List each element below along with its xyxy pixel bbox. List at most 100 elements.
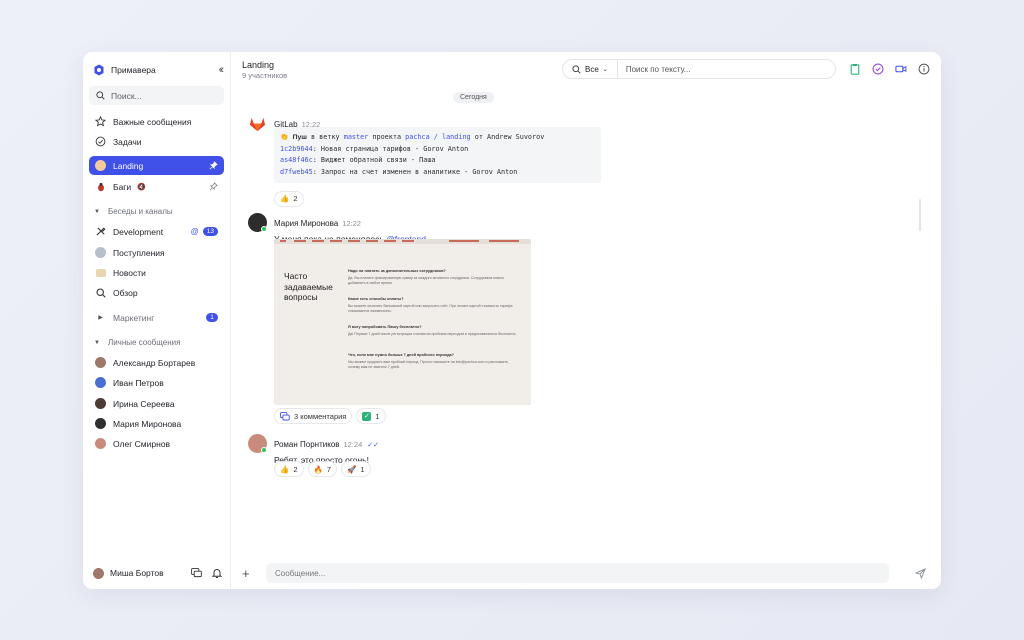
thread-comments-button[interactable]: 3 комментария xyxy=(274,408,353,424)
sidebar-item-label: Landing xyxy=(113,160,144,171)
search-input[interactable] xyxy=(617,64,818,74)
screenshot-title: Часто задаваемые вопросы xyxy=(284,271,333,302)
avatar xyxy=(95,377,106,388)
push-text: в ветку xyxy=(306,133,344,141)
commit-hash-link[interactable]: 1c2b9644 xyxy=(280,145,313,153)
tasks-icon[interactable] xyxy=(872,63,884,75)
faq-question: Я могу попробовать Пачку бесплатно? xyxy=(348,325,422,329)
attach-plus-icon[interactable]: + xyxy=(242,566,256,581)
clipboard-icon[interactable] xyxy=(849,63,861,75)
faq-question: Что, если мне нужно больше 7 дней пробно… xyxy=(348,353,454,357)
commit-line: as48f46c: Виджет обратной связи - Паша xyxy=(280,155,595,167)
check-mark-icon: ✓ xyxy=(362,411,372,421)
info-icon[interactable] xyxy=(918,63,930,75)
scrollbar[interactable] xyxy=(919,199,921,231)
send-icon[interactable] xyxy=(915,567,926,579)
sidebar-item-incoming[interactable]: Поступления xyxy=(89,243,224,262)
gitlab-icon xyxy=(249,117,266,132)
message-roman: Роман Порнтиков 12:24 ✓✓ Ребят, это просто… xyxy=(248,434,648,484)
faq-question: Надо ли платить за дополнительных сотруд… xyxy=(348,269,446,273)
sidebar-item-label: Ирина Сереева xyxy=(113,398,175,409)
video-call-icon[interactable] xyxy=(895,63,907,75)
sidebar-item-person[interactable]: Иван Петров xyxy=(89,373,224,392)
faq-item: Какие есть способы оплаты? Вы можете опла… xyxy=(348,297,518,313)
reaction-fire[interactable]: 🔥 7 xyxy=(307,461,338,477)
sidebar-item-landing[interactable]: Landing xyxy=(89,156,224,175)
caret-down-icon: ▼ xyxy=(94,339,100,346)
sidebar-item-person[interactable]: Олег Смирнов xyxy=(89,434,224,453)
date-separator: Сегодня xyxy=(453,92,494,103)
reaction-rocket[interactable]: 🚀 1 xyxy=(341,461,371,477)
push-line: 👏 Пуш в ветку master проекта pachca / la… xyxy=(280,132,595,144)
attached-screenshot[interactable]: Часто задаваемые вопросы Надо ли платить… xyxy=(274,239,531,405)
sidebar-item-news[interactable]: Новости xyxy=(89,263,224,282)
pin-icon[interactable] xyxy=(209,182,218,191)
push-text: от Andrew Suvorov xyxy=(470,133,545,141)
sidebar-item-label: Маркетинг xyxy=(113,312,155,323)
collapse-sidebar-icon[interactable]: ‹‹ xyxy=(219,64,225,76)
reaction-thumbs-up[interactable]: 👍 2 xyxy=(274,461,304,477)
workspace-name: Примавера xyxy=(111,65,156,75)
section-label: Личные сообщения xyxy=(107,338,181,347)
member-count[interactable]: 9 участников xyxy=(242,71,287,80)
bell-icon[interactable] xyxy=(212,568,222,578)
sidebar-item-person[interactable]: Александр Бортарев xyxy=(89,353,224,372)
search-scope-value: Все xyxy=(585,64,599,74)
reactions: 3 комментария ✓ 1 xyxy=(274,408,390,424)
sidebar-search[interactable]: Поиск... xyxy=(89,86,224,105)
sidebar-item-label: Важные сообщения xyxy=(113,116,192,127)
unread-badge: 13 xyxy=(202,227,218,236)
reaction-check[interactable]: ✓ 1 xyxy=(356,408,386,424)
commit-text: : Запрос на счет изменен в аналитике - G… xyxy=(312,167,518,176)
commit-hash-link[interactable]: d7fweb45 xyxy=(280,168,313,176)
sidebar-item-overview[interactable]: Обзор xyxy=(89,283,224,302)
reaction-count: 2 xyxy=(293,194,298,203)
reaction-count: 7 xyxy=(326,464,332,474)
channel-title: Landing xyxy=(242,60,275,70)
sidebar-item-label: Development xyxy=(113,226,164,237)
sidebar-item-tasks[interactable]: Задачи xyxy=(89,132,224,151)
faq-item: Я могу попробовать Пачку бесплатно? Да! П… xyxy=(348,325,518,337)
reaction-count: 1 xyxy=(375,411,380,421)
commit-line: 1c2b9644: Новая страница тарифов - Gorov… xyxy=(280,144,595,156)
current-user-name: Миша Бортов xyxy=(110,568,164,578)
message-input[interactable] xyxy=(266,563,889,583)
pin-icon[interactable] xyxy=(209,161,218,170)
sidebar-item-label: Новости xyxy=(113,267,146,278)
faq-answer: Да. Вы платите фиксированную сумму за ка… xyxy=(348,275,505,285)
avatar xyxy=(95,398,106,409)
workspace-logo-icon xyxy=(94,64,104,76)
message-author[interactable]: Мария Миронова xyxy=(274,219,338,228)
commit-line: d7fweb45: Запрос на счет изменен в анали… xyxy=(280,167,595,179)
sidebar-item-marketing[interactable]: ▶ Маркетинг 1 xyxy=(89,308,224,327)
sidebar-item-development[interactable]: Development @ 13 xyxy=(89,222,224,241)
thumbs-up-icon: 👍 xyxy=(280,464,290,474)
section-chats[interactable]: ▼ Беседы и каналы xyxy=(94,207,173,216)
section-personal[interactable]: ▼ Личные сообщения xyxy=(94,338,180,347)
rocket-icon: 🚀 xyxy=(347,464,357,474)
search-scope-select[interactable]: Все ⌄ xyxy=(563,60,618,78)
sidebar-item-label: Баги xyxy=(113,181,132,192)
chat-area: Landing 9 участников Все ⌄ Сегодня Gi xyxy=(231,52,941,589)
repo-link[interactable]: pachca / landing xyxy=(405,133,470,141)
news-icon xyxy=(95,267,106,278)
branch-link[interactable]: master xyxy=(344,133,369,141)
new-message-icon[interactable] xyxy=(191,568,202,578)
commit-hash-link[interactable]: as48f46c xyxy=(280,156,313,164)
workspace-header[interactable]: Примавера ‹‹ xyxy=(93,63,225,77)
incoming-avatar xyxy=(95,247,106,258)
sidebar-item-bugs[interactable]: Баги 🔇 xyxy=(89,177,224,196)
avatar[interactable] xyxy=(93,567,104,579)
sidebar-item-important[interactable]: Важные сообщения xyxy=(89,112,224,131)
sidebar-item-label: Обзор xyxy=(113,287,138,298)
message-gitlab: GitLab 12:22 👏 Пуш в ветку master проекта… xyxy=(248,114,648,209)
sidebar-item-person[interactable]: Мария Миронова xyxy=(89,414,224,433)
tools-icon xyxy=(95,226,106,237)
sidebar-item-person[interactable]: Ирина Сереева xyxy=(89,394,224,413)
search-icon xyxy=(95,287,106,298)
online-indicator xyxy=(261,447,267,453)
comments-icon xyxy=(280,411,290,420)
reaction-thumbs-up[interactable]: 👍 2 xyxy=(274,190,304,207)
section-label: Беседы и каналы xyxy=(107,207,173,216)
message-author[interactable]: Роман Порнтиков xyxy=(274,440,340,449)
